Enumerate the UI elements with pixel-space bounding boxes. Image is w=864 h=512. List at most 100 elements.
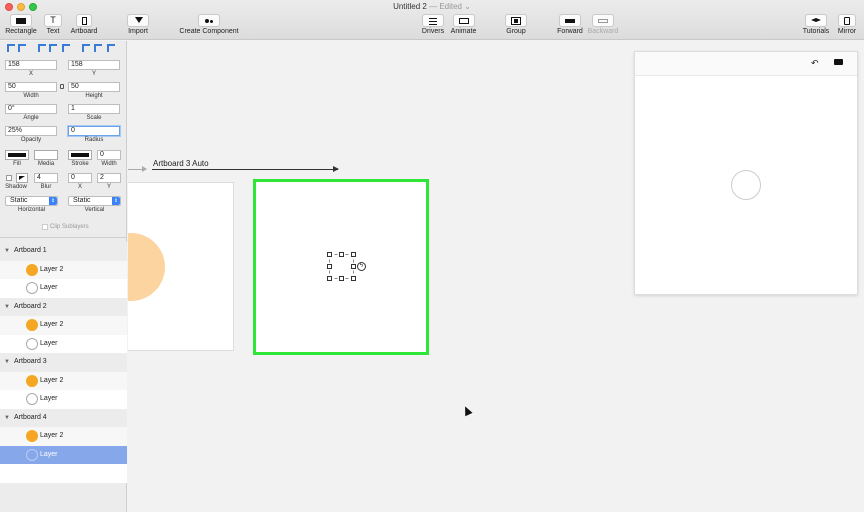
stroke-width-field[interactable]: 0 (97, 150, 121, 160)
lock-icon[interactable] (60, 84, 64, 89)
layer-row[interactable]: Layer (0, 279, 127, 298)
fill-swatch[interactable] (5, 150, 29, 160)
filled-circle-icon (26, 319, 38, 331)
disclosure-triangle-icon[interactable]: ▼ (4, 353, 10, 371)
document-title: Untitled 2 (393, 2, 427, 11)
align-center-h-icon[interactable] (17, 43, 26, 52)
disclosure-triangle-icon[interactable]: ▼ (4, 409, 10, 427)
layer-row[interactable]: Layer (0, 334, 127, 353)
width-field[interactable]: 50 (5, 82, 57, 92)
horizontal-select[interactable]: Static ⇕ (5, 196, 58, 206)
forward-button[interactable]: Forward (556, 14, 584, 35)
layer-row[interactable]: Layer 2 (0, 260, 127, 279)
height-field[interactable]: 50 (68, 82, 120, 92)
y-field[interactable]: 158 (68, 60, 120, 70)
clip-sublayers-checkbox[interactable] (42, 224, 48, 230)
opacity-field[interactable]: 25% (5, 126, 57, 136)
artboard-connection-arrow[interactable] (152, 166, 339, 172)
resize-handle[interactable] (351, 264, 356, 269)
distribute-h-icon[interactable] (48, 43, 57, 52)
resize-handle[interactable] (327, 264, 332, 269)
artboard-tool-button[interactable]: Artboard (69, 14, 99, 35)
drivers-icon (422, 14, 444, 27)
resize-handle[interactable] (351, 252, 356, 257)
rectangle-tool-button[interactable]: Rectangle (5, 14, 37, 35)
resize-handle[interactable] (351, 276, 356, 281)
import-icon (127, 14, 149, 27)
resize-handle[interactable] (339, 276, 344, 281)
resize-handle[interactable] (327, 276, 332, 281)
text-tool-button[interactable]: T Text (43, 14, 63, 35)
radius-field[interactable]: 0 (68, 126, 120, 136)
disclosure-triangle-icon[interactable]: ▼ (4, 242, 10, 260)
layer-row[interactable]: Layer 2 (0, 371, 127, 390)
resize-handle[interactable] (327, 252, 332, 257)
layer-row[interactable]: Layer (0, 390, 127, 409)
layer-row[interactable]: Layer 2 (0, 316, 127, 335)
mirror-label: Mirror (837, 28, 857, 35)
x-field[interactable]: 158 (5, 60, 57, 70)
angle-field[interactable]: 0° (5, 104, 57, 114)
shadow-y-field[interactable]: 2 (97, 173, 121, 183)
animate-button[interactable]: Animate (450, 14, 477, 35)
stroke-swatch[interactable] (68, 150, 92, 160)
disclosure-triangle-icon[interactable]: ▼ (4, 298, 10, 316)
chevron-down-icon[interactable]: ⌄ (464, 2, 471, 11)
lightning-bolt-icon[interactable]: ϟ (357, 262, 366, 271)
mirror-button[interactable]: Mirror (835, 14, 859, 35)
layer-name: Layer (40, 450, 58, 458)
layer-group-row[interactable]: ▼ Artboard 3 (0, 353, 127, 372)
group-button[interactable]: Group (504, 14, 528, 35)
shadow-checkbox[interactable] (6, 175, 12, 181)
mirror-device-icon (838, 14, 856, 27)
incoming-connection-arrow (128, 166, 147, 172)
group-label: Group (506, 28, 526, 35)
shadow-x-label: X (77, 184, 82, 190)
layer-selection-box[interactable] (327, 252, 356, 281)
artboard-3[interactable] (128, 182, 234, 351)
shadow-label: Shadow (5, 184, 27, 190)
resize-handle[interactable] (339, 252, 344, 257)
vertical-select[interactable]: Static ⇕ (68, 196, 121, 206)
chevron-updown-icon: ⇕ (112, 197, 120, 205)
blur-label: Blur (40, 184, 52, 190)
layer-row[interactable]: Layer (0, 445, 127, 464)
height-label: Height (85, 93, 103, 99)
align-left-icon[interactable] (6, 43, 15, 52)
import-button[interactable]: Import (125, 14, 151, 35)
canvas[interactable]: Artboard 3 Auto ϟ ↶ ■ (128, 41, 864, 512)
window-title: Untitled 2 — Edited ⌄ (0, 2, 864, 11)
shadow-color-swatch[interactable] (16, 173, 28, 183)
align-bottom-icon[interactable] (106, 43, 115, 52)
video-camera-icon[interactable]: ■ (834, 59, 843, 65)
tutorials-button[interactable]: Tutorials (802, 14, 830, 35)
filled-circle-icon (26, 263, 38, 276)
window-toolbar: Untitled 2 — Edited ⌄ Rectangle T Text A… (0, 0, 864, 40)
undo-icon[interactable]: ↶ (811, 58, 819, 69)
shadow-x-field[interactable]: 0 (68, 173, 92, 183)
layer-group-row[interactable]: ▼ Artboard 4 (0, 408, 127, 427)
align-middle-icon[interactable] (93, 43, 102, 52)
layer-group-row[interactable]: ▼ Artboard 2 (0, 297, 127, 316)
scale-field[interactable]: 1 (68, 104, 120, 114)
artboard-4-selected[interactable]: ϟ (253, 179, 429, 355)
drivers-button[interactable]: Drivers (421, 14, 445, 35)
distribute-v-icon[interactable] (61, 43, 70, 52)
blur-field[interactable]: 4 (34, 173, 58, 183)
send-backward-icon (592, 14, 614, 27)
media-swatch[interactable] (34, 150, 58, 160)
hollow-circle-icon (26, 393, 38, 405)
layer-group-row[interactable]: ▼ Artboard 1 (0, 242, 127, 261)
animate-icon (452, 14, 475, 27)
mouse-cursor-icon (461, 404, 473, 417)
align-right-icon[interactable] (37, 43, 46, 52)
shadow-y-label: Y (106, 184, 111, 190)
align-top-icon[interactable] (81, 43, 90, 52)
hollow-circle-icon (26, 337, 38, 350)
orange-circle-layer[interactable] (128, 233, 165, 301)
backward-button[interactable]: Backward (587, 14, 619, 35)
opacity-label: Opacity (20, 137, 42, 143)
layer-row[interactable]: Layer 2 (0, 427, 127, 446)
layer-name: Layer 2 (40, 376, 64, 384)
create-component-button[interactable]: Create Component (178, 14, 240, 35)
